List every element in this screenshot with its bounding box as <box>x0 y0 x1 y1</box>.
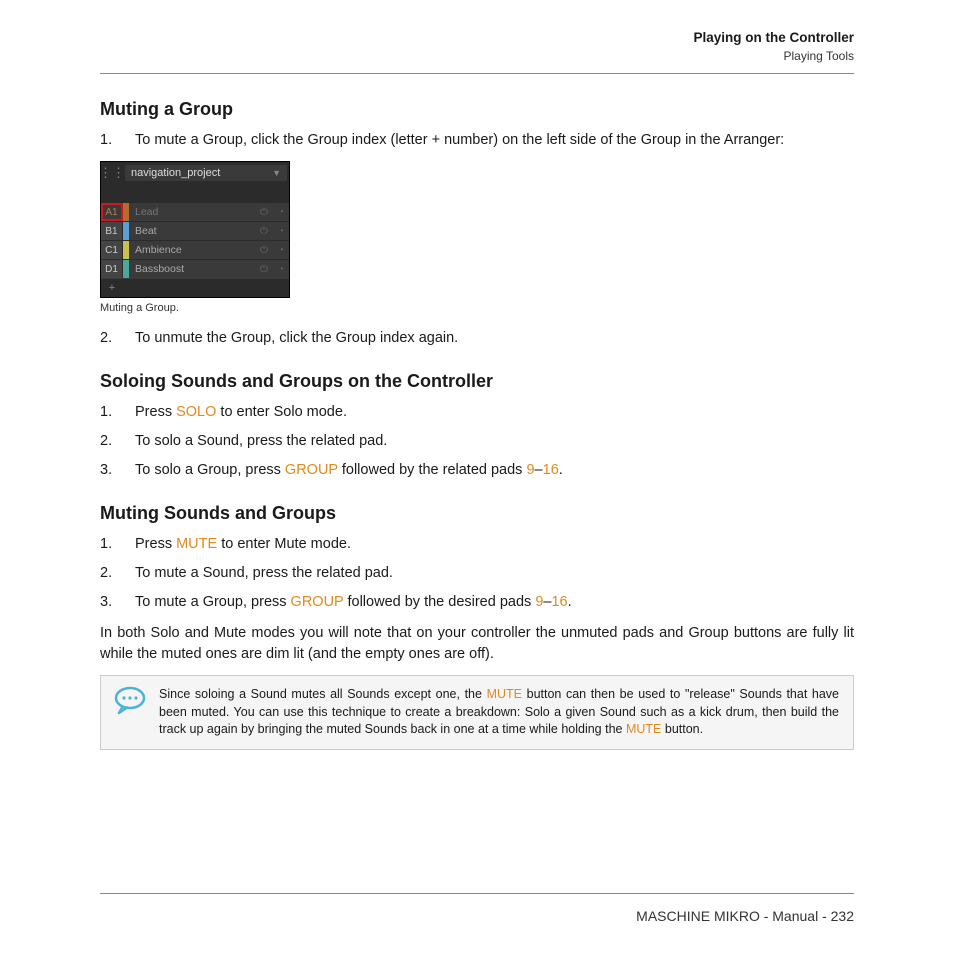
step-text: To solo a Group, press GROUP followed by… <box>100 460 854 481</box>
clock-icon: ◔ <box>278 245 284 256</box>
header-section: Playing on the Controller <box>100 30 854 45</box>
heading-muting-a-group: Muting a Group <box>100 99 854 120</box>
power-icon: ⏻ <box>260 264 268 275</box>
arranger-panel: ⋮⋮ navigation_project ▼ A1Lead⏻◔B1Beat⏻◔… <box>100 161 290 298</box>
step-text: To mute a Group, click the Group index (… <box>100 130 854 151</box>
step-text: To mute a Group, press GROUP followed by… <box>100 592 854 613</box>
panel-grip-icon: ⋮⋮ <box>101 162 123 184</box>
group-row-icons: ⏻◔ <box>255 260 289 278</box>
tip-box: Since soloing a Sound mutes all Sounds e… <box>100 675 854 750</box>
tip-text: Since soloing a Sound mutes all Sounds e… <box>159 687 487 701</box>
group-row-icons: ⏻◔ <box>255 241 289 259</box>
arranger-group-row[interactable]: C1Ambience⏻◔ <box>101 240 289 259</box>
step-text: To unmute the Group, click the Group ind… <box>100 328 854 349</box>
group-row-icons: ⏻◔ <box>255 203 289 221</box>
arranger-group-row[interactable]: B1Beat⏻◔ <box>101 221 289 240</box>
key-mute: MUTE <box>487 687 522 701</box>
group-index[interactable]: B1 <box>101 222 123 240</box>
step-text: To solo a Sound, press the related pad. <box>100 431 854 452</box>
group-name: Bassboost <box>129 260 255 278</box>
key-mute: MUTE <box>626 722 661 736</box>
group-index[interactable]: C1 <box>101 241 123 259</box>
clock-icon: ◔ <box>278 207 284 218</box>
step-text: Press MUTE to enter Mute mode. <box>100 534 854 555</box>
group-row-icons: ⏻◔ <box>255 222 289 240</box>
arranger-topbar: ⋮⋮ navigation_project ▼ <box>101 162 289 184</box>
power-icon: ⏻ <box>260 226 268 237</box>
caption-muting-group: Muting a Group. <box>100 302 854 314</box>
arranger-group-row[interactable]: D1Bassboost⏻◔ <box>101 259 289 278</box>
plus-icon: + <box>101 279 123 297</box>
key-group: GROUP <box>285 462 338 478</box>
key-pad-16: 16 <box>551 594 567 610</box>
clock-icon: ◔ <box>278 226 284 237</box>
note-paragraph: In both Solo and Mute modes you will not… <box>100 623 854 665</box>
project-name-label: navigation_project <box>131 165 220 181</box>
group-name: Lead <box>129 203 255 221</box>
speech-bubble-icon <box>113 686 149 716</box>
header-subsection: Playing Tools <box>100 49 854 63</box>
page-header: Playing on the Controller Playing Tools <box>100 30 854 74</box>
key-solo: SOLO <box>176 404 216 420</box>
key-pad-16: 16 <box>543 462 559 478</box>
power-icon: ⏻ <box>260 245 268 256</box>
group-name: Ambience <box>129 241 255 259</box>
project-name-dropdown[interactable]: navigation_project ▼ <box>125 165 287 181</box>
steps-mute-group-cont: To unmute the Group, click the Group ind… <box>100 328 854 349</box>
heading-muting-sounds: Muting Sounds and Groups <box>100 503 854 524</box>
arranger-add-row[interactable]: + <box>101 278 289 297</box>
page-footer: MASCHINE MIKRO - Manual - 232 <box>100 893 854 924</box>
arranger-group-row[interactable]: A1Lead⏻◔ <box>101 202 289 221</box>
arranger-spacer <box>101 184 289 202</box>
steps-mute: Press MUTE to enter Mute mode. To mute a… <box>100 534 854 613</box>
key-group: GROUP <box>291 594 344 610</box>
tip-text: button. <box>661 722 703 736</box>
group-index[interactable]: D1 <box>101 260 123 278</box>
clock-icon: ◔ <box>278 264 284 275</box>
step-text: To mute a Sound, press the related pad. <box>100 563 854 584</box>
steps-mute-group: To mute a Group, click the Group index (… <box>100 130 854 151</box>
key-pad-9: 9 <box>526 462 534 478</box>
key-mute: MUTE <box>176 536 217 552</box>
power-icon: ⏻ <box>260 207 268 218</box>
group-index[interactable]: A1 <box>101 203 123 221</box>
group-name: Beat <box>129 222 255 240</box>
step-text: Press SOLO to enter Solo mode. <box>100 402 854 423</box>
chevron-down-icon: ▼ <box>272 165 281 181</box>
steps-solo: Press SOLO to enter Solo mode. To solo a… <box>100 402 854 481</box>
heading-soloing: Soloing Sounds and Groups on the Control… <box>100 371 854 392</box>
